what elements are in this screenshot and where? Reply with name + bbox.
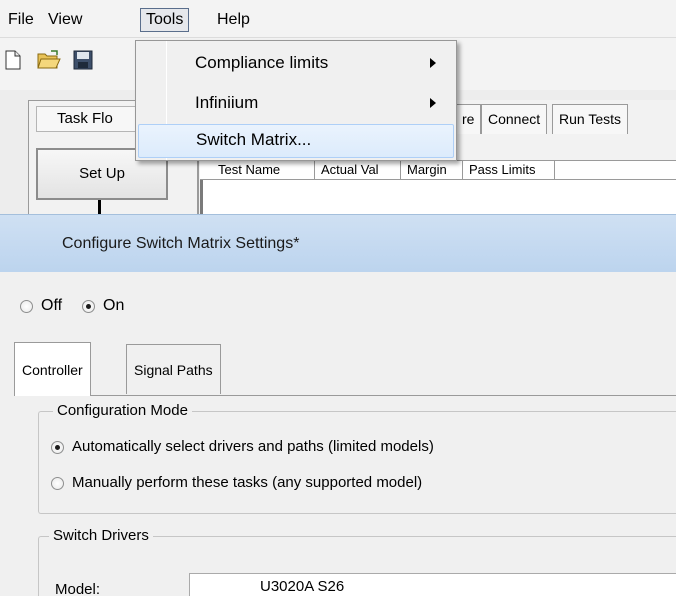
switch-drivers-group: Switch Drivers Model: U3020A S26 xyxy=(38,527,676,596)
manual-option[interactable]: Manually perform these tasks (any suppor… xyxy=(51,472,422,494)
radio-off-icon[interactable] xyxy=(20,299,33,313)
menu-item-switch-matrix[interactable]: Switch Matrix... xyxy=(138,124,454,158)
menu-item-infiniium[interactable]: Infiniium xyxy=(138,87,454,121)
auto-select-option[interactable]: Automatically select drivers and paths (… xyxy=(51,436,434,458)
switch-drivers-legend: Switch Drivers xyxy=(49,527,153,545)
power-off-label: Off xyxy=(41,297,63,314)
flow-connector xyxy=(98,200,101,214)
column-pass-limits[interactable]: Pass Limits xyxy=(463,161,555,180)
configuration-mode-legend: Configuration Mode xyxy=(53,402,192,420)
menu-view[interactable]: View xyxy=(42,8,88,32)
tab-run-tests[interactable]: Run Tests xyxy=(552,104,628,134)
menu-help[interactable]: Help xyxy=(211,8,256,32)
switch-matrix-label: Switch Matrix... xyxy=(196,130,312,149)
dialog-title: Configure Switch Matrix Settings* xyxy=(62,235,300,252)
auto-select-label: Automatically select drivers and paths (… xyxy=(72,438,434,456)
column-margin[interactable]: Margin xyxy=(401,161,463,180)
menu-item-compliance-limits[interactable]: Compliance limits xyxy=(138,47,454,81)
submenu-arrow-icon xyxy=(430,98,436,108)
tools-menu: Compliance limits Infiniium Switch Matri… xyxy=(135,40,457,161)
configure-switch-matrix-dialog: Configure Switch Matrix Settings* Off On… xyxy=(0,214,676,596)
radio-manual-icon[interactable] xyxy=(51,476,64,490)
save-disk-icon[interactable] xyxy=(73,50,93,74)
dialog-titlebar[interactable]: Configure Switch Matrix Settings* xyxy=(0,214,676,272)
infiniium-label: Infiniium xyxy=(195,93,259,112)
submenu-arrow-icon xyxy=(430,58,436,68)
power-on-radio[interactable]: On xyxy=(82,296,124,316)
menu-bar: File View Tools Help xyxy=(0,0,676,38)
tab-controller[interactable]: Controller xyxy=(14,342,91,396)
results-grid-header: Test Name Actual Val Margin Pass Limits xyxy=(200,160,676,180)
menu-tools[interactable]: Tools xyxy=(140,8,190,32)
radio-auto-icon[interactable] xyxy=(51,440,64,454)
radio-on-icon[interactable] xyxy=(82,299,95,313)
compliance-limits-label: Compliance limits xyxy=(195,53,329,72)
tab-signal-paths[interactable]: Signal Paths xyxy=(126,344,221,394)
new-document-icon[interactable] xyxy=(4,50,22,74)
open-folder-icon[interactable] xyxy=(37,50,61,74)
tab-configure[interactable]: re xyxy=(455,104,482,134)
column-test-name[interactable]: Test Name xyxy=(212,161,315,180)
model-label: Model: xyxy=(55,581,101,596)
column-actual-val[interactable]: Actual Val xyxy=(315,161,401,180)
results-grid-body xyxy=(200,180,676,214)
tab-connect[interactable]: Connect xyxy=(481,104,548,134)
manual-label: Manually perform these tasks (any suppor… xyxy=(72,474,423,492)
power-on-label: On xyxy=(103,297,125,314)
menu-file[interactable]: File xyxy=(2,8,40,32)
model-field[interactable]: U3020A S26 xyxy=(189,573,676,596)
dialog-tab-strip-line xyxy=(14,395,676,396)
power-off-radio[interactable]: Off xyxy=(20,296,62,316)
configuration-mode-group: Configuration Mode Automatically select … xyxy=(38,402,676,514)
